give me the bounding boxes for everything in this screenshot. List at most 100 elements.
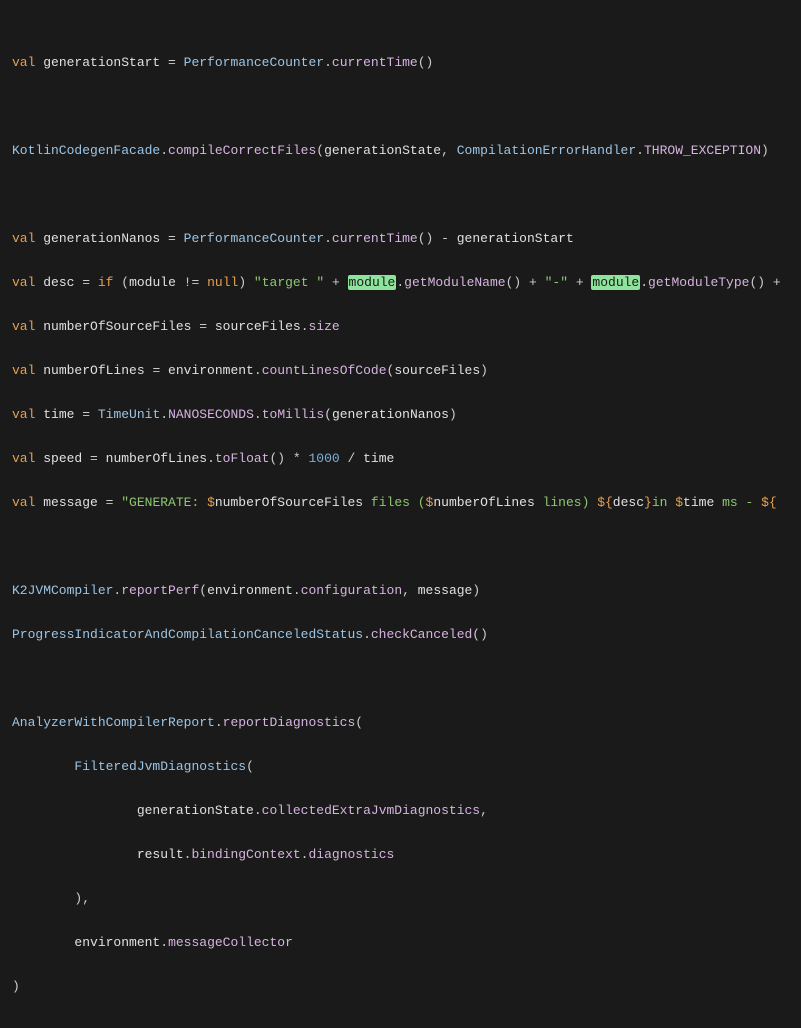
- type-ref: AnalyzerWithCompilerReport: [12, 715, 215, 730]
- highlighted-identifier: module: [348, 275, 397, 290]
- type-ref: PerformanceCounter: [184, 55, 324, 70]
- method-call: getModuleType: [648, 275, 749, 290]
- paren-open: (: [355, 715, 363, 730]
- paren-close: ): [238, 275, 254, 290]
- paren-open: (: [324, 407, 332, 422]
- identifier: generationNanos: [43, 231, 160, 246]
- dot: .: [254, 407, 262, 422]
- parens: (): [472, 627, 488, 642]
- identifier: time: [43, 407, 74, 422]
- paren-open: (: [246, 759, 254, 774]
- type-ref: PerformanceCounter: [184, 231, 324, 246]
- argument: generationNanos: [332, 407, 449, 422]
- dot: .: [640, 275, 648, 290]
- string-literal: "GENERATE:: [121, 495, 207, 510]
- code-line: val speed = numberOfLines.toFloat() * 10…: [12, 448, 789, 470]
- code-line: val numberOfSourceFiles = sourceFiles.si…: [12, 316, 789, 338]
- keyword-if: if: [98, 275, 114, 290]
- blank-line: [12, 96, 789, 118]
- operator: =: [160, 231, 183, 246]
- operator: =: [191, 319, 214, 334]
- string-literal: in: [652, 495, 675, 510]
- code-editor[interactable]: val generationStart = PerformanceCounter…: [0, 0, 801, 1028]
- string-template: ${: [597, 495, 613, 510]
- dot: .: [301, 319, 309, 334]
- dot: .: [160, 935, 168, 950]
- operator: =: [160, 55, 183, 70]
- property: bindingContext: [191, 847, 300, 862]
- method-call: toFloat: [215, 451, 270, 466]
- operator: +: [521, 275, 544, 290]
- method-call: currentTime: [332, 231, 418, 246]
- indent: [12, 847, 137, 862]
- method-call: getModuleName: [404, 275, 505, 290]
- identifier: environment: [168, 363, 254, 378]
- operator: *: [285, 451, 308, 466]
- dot: .: [160, 407, 168, 422]
- dot: .: [184, 847, 192, 862]
- identifier: result: [137, 847, 184, 862]
- operator: =: [74, 275, 97, 290]
- indent: [12, 891, 74, 906]
- dot: .: [301, 847, 309, 862]
- property: NANOSECONDS: [168, 407, 254, 422]
- operator: =: [98, 495, 121, 510]
- method-call: countLinesOfCode: [262, 363, 387, 378]
- property: messageCollector: [168, 935, 293, 950]
- operator: +: [765, 275, 788, 290]
- property: collectedExtraJvmDiagnostics: [262, 803, 480, 818]
- code-line: val desc = if (module != null) "target "…: [12, 272, 789, 294]
- type-ref: CompilationErrorHandler: [457, 143, 636, 158]
- keyword-val: val: [12, 407, 35, 422]
- dot: .: [293, 583, 301, 598]
- parens: (): [506, 275, 522, 290]
- string-template: $: [207, 495, 215, 510]
- keyword-val: val: [12, 275, 35, 290]
- string-literal: "-": [545, 275, 568, 290]
- paren-close: ),: [74, 891, 90, 906]
- property: size: [309, 319, 340, 334]
- identifier: environment: [207, 583, 293, 598]
- identifier: numberOfLines: [106, 451, 207, 466]
- identifier: generationState: [137, 803, 254, 818]
- code-line: KotlinCodegenFacade.compileCorrectFiles(…: [12, 140, 789, 162]
- blank-line: [12, 536, 789, 558]
- code-line: FilteredJvmDiagnostics(: [12, 756, 789, 778]
- code-line: val message = "GENERATE: $numberOfSource…: [12, 492, 789, 514]
- paren-close: ): [761, 143, 769, 158]
- template-var: time: [683, 495, 714, 510]
- paren-close: ): [472, 583, 480, 598]
- paren-open: (: [199, 583, 207, 598]
- identifier: time: [363, 451, 394, 466]
- dot: .: [160, 143, 168, 158]
- property: configuration: [301, 583, 402, 598]
- paren-close: ): [12, 979, 20, 994]
- dot: .: [324, 231, 332, 246]
- number-literal: 1000: [309, 451, 340, 466]
- identifier: numberOfSourceFiles: [43, 319, 191, 334]
- dot: .: [254, 803, 262, 818]
- dot: .: [113, 583, 121, 598]
- code-line: generationState.collectedExtraJvmDiagnos…: [12, 800, 789, 822]
- parens: (): [418, 231, 434, 246]
- identifier: numberOfLines: [43, 363, 144, 378]
- keyword-val: val: [12, 495, 35, 510]
- code-line: result.bindingContext.diagnostics: [12, 844, 789, 866]
- operator: -: [433, 231, 456, 246]
- indent: [12, 759, 74, 774]
- identifier: sourceFiles: [215, 319, 301, 334]
- operator: =: [82, 451, 105, 466]
- dot: .: [636, 143, 644, 158]
- string-literal: lines): [535, 495, 597, 510]
- dot: .: [363, 627, 371, 642]
- keyword-val: val: [12, 231, 35, 246]
- string-literal: "target ": [254, 275, 324, 290]
- code-line: val time = TimeUnit.NANOSECONDS.toMillis…: [12, 404, 789, 426]
- string-template: ${: [761, 495, 777, 510]
- method-call: reportDiagnostics: [223, 715, 356, 730]
- comma: ,: [441, 143, 457, 158]
- keyword-val: val: [12, 451, 35, 466]
- identifier: message: [418, 583, 473, 598]
- keyword-val: val: [12, 363, 35, 378]
- dot: .: [254, 363, 262, 378]
